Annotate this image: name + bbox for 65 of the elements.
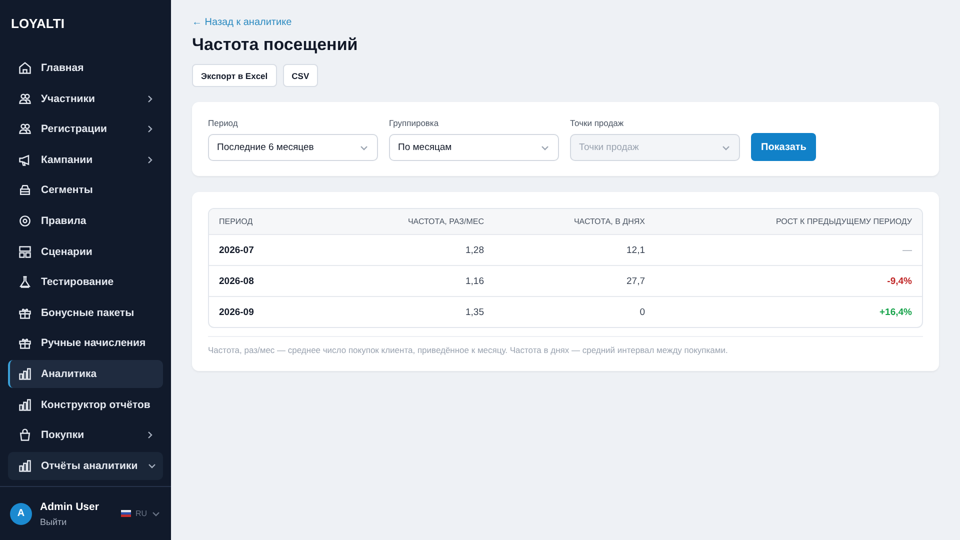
avatar: A [10, 502, 32, 524]
house-icon [18, 61, 32, 75]
sidebar-item[interactable]: Сценарии [8, 238, 163, 266]
layout-icon [18, 244, 32, 259]
sidebar-item[interactable]: Правила [8, 206, 163, 235]
table-cell-text: 1,35 [464, 306, 484, 318]
sidebar-item[interactable]: Покупки [8, 421, 163, 450]
field-label: Группировка [389, 118, 440, 128]
table-cell-text: — [902, 244, 912, 256]
dropdown[interactable]: Последние 6 месяцев [208, 134, 378, 161]
gear-icon [18, 214, 32, 228]
tray-icon [18, 183, 32, 198]
sidebar-item[interactable]: Ручные начисления [8, 329, 163, 358]
table-cell-text: 27,7 [626, 276, 645, 286]
field-label: Точки продаж [570, 118, 625, 128]
column-header: ЧАСТОТА, РАЗ/МЕС [406, 217, 484, 226]
sidebar-item[interactable]: Бонусные пакеты [8, 298, 163, 327]
sidebar-item[interactable]: Сегменты [8, 176, 163, 204]
people-icon [18, 92, 32, 106]
logout-link[interactable]: Выйти [40, 516, 114, 526]
export-button[interactable]: CSV [282, 64, 318, 87]
sidebar-item[interactable]: Регистрации [8, 115, 163, 144]
sidebar-item[interactable]: Главная [8, 54, 163, 82]
sidebar-item[interactable]: Конструктор отчётов [8, 390, 163, 419]
footnote: Частота, раз/мес — среднее число покупок клиента, приведённое к месяцу. Частота в днях — средний интервал между покупками. [208, 336, 923, 355]
table-cell-text: 1,16 [464, 276, 484, 286]
sidebar-item[interactable]: Отчёты аналитики [8, 452, 163, 480]
bar-chart-icon [18, 458, 32, 473]
table-cell-text: 2026-08 [219, 276, 255, 286]
column-header: ЧАСТОТА, В ДНЯХ [572, 217, 645, 226]
sidebar-item[interactable]: Кампании [8, 146, 163, 174]
table-cell-text: +16,4% [878, 306, 912, 318]
bar-chart-icon [18, 366, 32, 381]
sidebar-item[interactable]: Аналитика [8, 360, 163, 388]
flask-icon [18, 275, 32, 290]
table-cell-text: 2026-09 [219, 306, 255, 318]
chevron-icon [145, 94, 155, 104]
page-title: Частота посещений [192, 35, 359, 55]
gift-icon [18, 336, 32, 350]
bar-chart-icon [18, 398, 32, 412]
user-name: Admin User [40, 500, 100, 512]
field-label: Период [208, 118, 239, 128]
megaphone-icon [18, 152, 32, 167]
flag-icon [121, 510, 132, 517]
chevron-icon [145, 124, 155, 134]
dropdown: Точки продаж [570, 134, 740, 161]
table-cell-text: 2026-07 [219, 244, 255, 256]
column-header: РОСТ К ПРЕДЫДУЩЕМУ ПЕРИОДУ [774, 217, 912, 226]
gift-icon [18, 306, 32, 320]
show-button[interactable]: Показать [751, 133, 816, 161]
chevron-icon [145, 154, 155, 165]
language-selector[interactable]: RU [121, 508, 161, 518]
people-icon [18, 122, 32, 136]
export-button[interactable]: Экспорт в Excel [192, 64, 277, 87]
column-header: ПЕРИОД [219, 217, 254, 226]
chevron-icon [145, 430, 155, 440]
sidebar-item[interactable]: Участники [8, 84, 163, 113]
table-cell-text: 1,28 [464, 244, 484, 256]
dropdown[interactable]: По месяцам [389, 134, 559, 161]
bag-icon [18, 428, 32, 442]
sidebar-item[interactable]: Тестирование [8, 268, 163, 296]
table-cell-text: 0 [638, 306, 645, 318]
table-cell-text: -9,4% [886, 276, 912, 286]
table-cell-text: 12,1 [626, 244, 645, 256]
logo: LOYALTI [10, 15, 66, 33]
